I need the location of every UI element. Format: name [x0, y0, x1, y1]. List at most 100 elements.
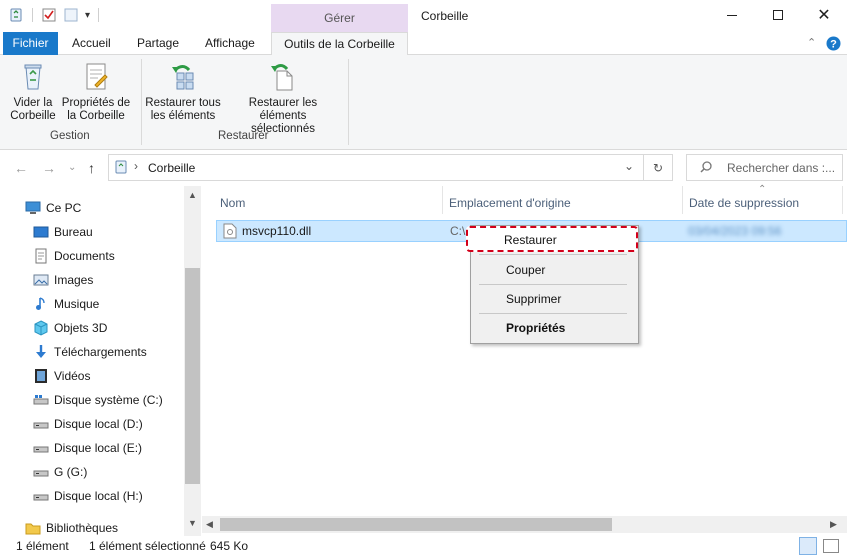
- navigation-pane: Ce PC Bureau Documents Images Musique Ob…: [0, 186, 200, 536]
- column-divider: [682, 186, 683, 214]
- ribbon-tabs: Fichier Accueil Partage Affichage Outils…: [0, 32, 847, 56]
- navigation-pane-scrollbar[interactable]: ▲ ▼: [184, 186, 201, 536]
- recent-locations-chevron-icon[interactable]: ⌄: [68, 162, 76, 173]
- close-button[interactable]: ✕: [801, 0, 847, 30]
- address-path[interactable]: Corbeille: [148, 161, 195, 175]
- nav-item-drive-e[interactable]: Disque local (E:): [33, 437, 142, 459]
- nav-item-this-pc[interactable]: Ce PC: [25, 197, 81, 219]
- videos-icon: [33, 368, 49, 384]
- scrollbar-thumb[interactable]: [185, 268, 200, 484]
- menu-separator: [479, 284, 627, 285]
- nav-label: Disque local (E:): [54, 441, 143, 455]
- file-origin: C:\: [450, 224, 466, 238]
- search-icon: [699, 160, 713, 177]
- nav-item-desktop[interactable]: Bureau: [33, 221, 93, 243]
- scroll-down-icon[interactable]: ▼: [188, 518, 197, 528]
- column-divider: [842, 186, 843, 214]
- tab-view[interactable]: Affichage: [205, 32, 255, 55]
- libraries-icon: [25, 520, 41, 536]
- search-box[interactable]: Rechercher dans :...: [686, 154, 843, 181]
- new-folder-icon[interactable]: [63, 7, 79, 23]
- scroll-up-icon[interactable]: ▲: [188, 190, 197, 200]
- restore-all-icon: [167, 61, 199, 93]
- tab-home[interactable]: Accueil: [72, 32, 111, 55]
- restore-selected-button[interactable]: Restaurer les éléments sélectionnés: [224, 61, 342, 136]
- empty-recycle-bin-button[interactable]: Vider la Corbeille: [10, 61, 56, 123]
- menu-item-delete[interactable]: Supprimer: [473, 287, 636, 311]
- nav-label: Images: [54, 273, 94, 287]
- search-placeholder: Rechercher dans :...: [727, 161, 836, 175]
- ribbon: Vider la Corbeille Propriétés de la Corb…: [0, 55, 847, 150]
- svg-text:?: ?: [830, 39, 837, 51]
- address-bar[interactable]: › Corbeille ⌄: [108, 154, 644, 181]
- column-header-origin[interactable]: Emplacement d'origine: [449, 196, 571, 210]
- scroll-left-icon[interactable]: ◀: [206, 519, 213, 530]
- close-icon: ✕: [817, 7, 831, 24]
- nav-item-downloads[interactable]: Téléchargements: [33, 341, 147, 363]
- group-label-manage: Gestion: [50, 130, 90, 142]
- column-header-name[interactable]: Nom: [220, 196, 245, 210]
- nav-item-drive-d[interactable]: Disque local (D:): [33, 413, 143, 435]
- address-dropdown-icon[interactable]: ⌄: [624, 159, 634, 173]
- forward-arrow-icon[interactable]: →: [42, 160, 56, 176]
- nav-item-drive-h[interactable]: Disque local (H:): [33, 485, 143, 507]
- scroll-right-icon[interactable]: ▶: [830, 519, 837, 530]
- nav-item-drive-g[interactable]: G (G:): [33, 461, 87, 483]
- nav-item-3d-objects[interactable]: Objets 3D: [33, 317, 107, 339]
- drive-icon: [33, 464, 49, 480]
- images-icon: [33, 272, 49, 288]
- customize-toolbar-icon[interactable]: ▾: [85, 10, 90, 21]
- downloads-icon: [33, 344, 49, 360]
- scrollbar-thumb[interactable]: [220, 518, 612, 531]
- recycle-bin-small-icon[interactable]: [8, 7, 24, 23]
- recycle-bin-properties-button[interactable]: Propriétés de la Corbeille: [60, 61, 132, 123]
- help-icon[interactable]: ?: [826, 36, 841, 54]
- nav-item-system-drive[interactable]: Disque système (C:): [33, 389, 163, 411]
- collapse-ribbon-icon[interactable]: ⌃: [807, 36, 816, 49]
- nav-label: Objets 3D: [54, 321, 108, 335]
- menu-item-properties[interactable]: Propriétés: [473, 316, 636, 340]
- drive-icon: [33, 416, 49, 432]
- tab-recycle-bin-tools[interactable]: Outils de la Corbeille: [271, 32, 408, 56]
- menu-item-restore[interactable]: Restaurer: [466, 226, 638, 252]
- restore-selected-icon: [267, 61, 299, 93]
- file-list-horizontal-scrollbar[interactable]: ◀ ▶: [202, 516, 847, 533]
- window-title: Corbeille: [421, 9, 469, 23]
- minimize-button[interactable]: [709, 0, 755, 30]
- details-view-icon[interactable]: [799, 537, 817, 555]
- restore-all-label-line2: les éléments: [150, 110, 216, 122]
- nav-item-videos[interactable]: Vidéos: [33, 365, 90, 387]
- back-arrow-icon[interactable]: ←: [14, 160, 28, 176]
- nav-label: Documents: [54, 249, 115, 263]
- minimize-icon: [727, 14, 737, 16]
- objects-3d-icon: [33, 320, 49, 336]
- column-header-date-deleted[interactable]: Date de suppression: [689, 196, 799, 210]
- restore-all-button[interactable]: Restaurer tous les éléments: [143, 61, 223, 123]
- desktop-icon: [33, 224, 49, 240]
- tab-file[interactable]: Fichier: [3, 32, 58, 55]
- properties-check-icon[interactable]: [41, 7, 57, 23]
- large-icons-view-icon[interactable]: [823, 539, 839, 553]
- maximize-button[interactable]: [755, 0, 801, 30]
- tab-share[interactable]: Partage: [137, 32, 179, 55]
- toolbar-divider: [98, 8, 100, 22]
- nav-item-documents[interactable]: Documents: [33, 245, 115, 267]
- nav-label: Disque local (D:): [54, 417, 143, 431]
- up-arrow-icon[interactable]: ↑: [88, 160, 95, 176]
- ribbon-group-divider: [348, 59, 349, 145]
- nav-label: Disque système (C:): [54, 393, 163, 407]
- navigation-bar: ← → ⌄ ↑ › Corbeille ⌄ ↻ Rechercher dans …: [0, 150, 847, 186]
- nav-item-images[interactable]: Images: [33, 269, 93, 291]
- pc-icon: [25, 200, 41, 216]
- file-name: msvcp110.dll: [242, 224, 312, 238]
- properties-icon: [80, 61, 112, 93]
- menu-item-cut[interactable]: Couper: [473, 258, 636, 282]
- nav-label: Bibliothèques: [46, 521, 119, 535]
- nav-label: Bureau: [54, 225, 93, 239]
- properties-label-line1: Propriétés de: [61, 97, 131, 109]
- nav-item-music[interactable]: Musique: [33, 293, 99, 315]
- nav-label: Téléchargements: [54, 345, 147, 359]
- empty-label-line1: Vider la: [13, 97, 53, 109]
- column-divider: [442, 186, 443, 214]
- refresh-button[interactable]: ↻: [644, 154, 673, 181]
